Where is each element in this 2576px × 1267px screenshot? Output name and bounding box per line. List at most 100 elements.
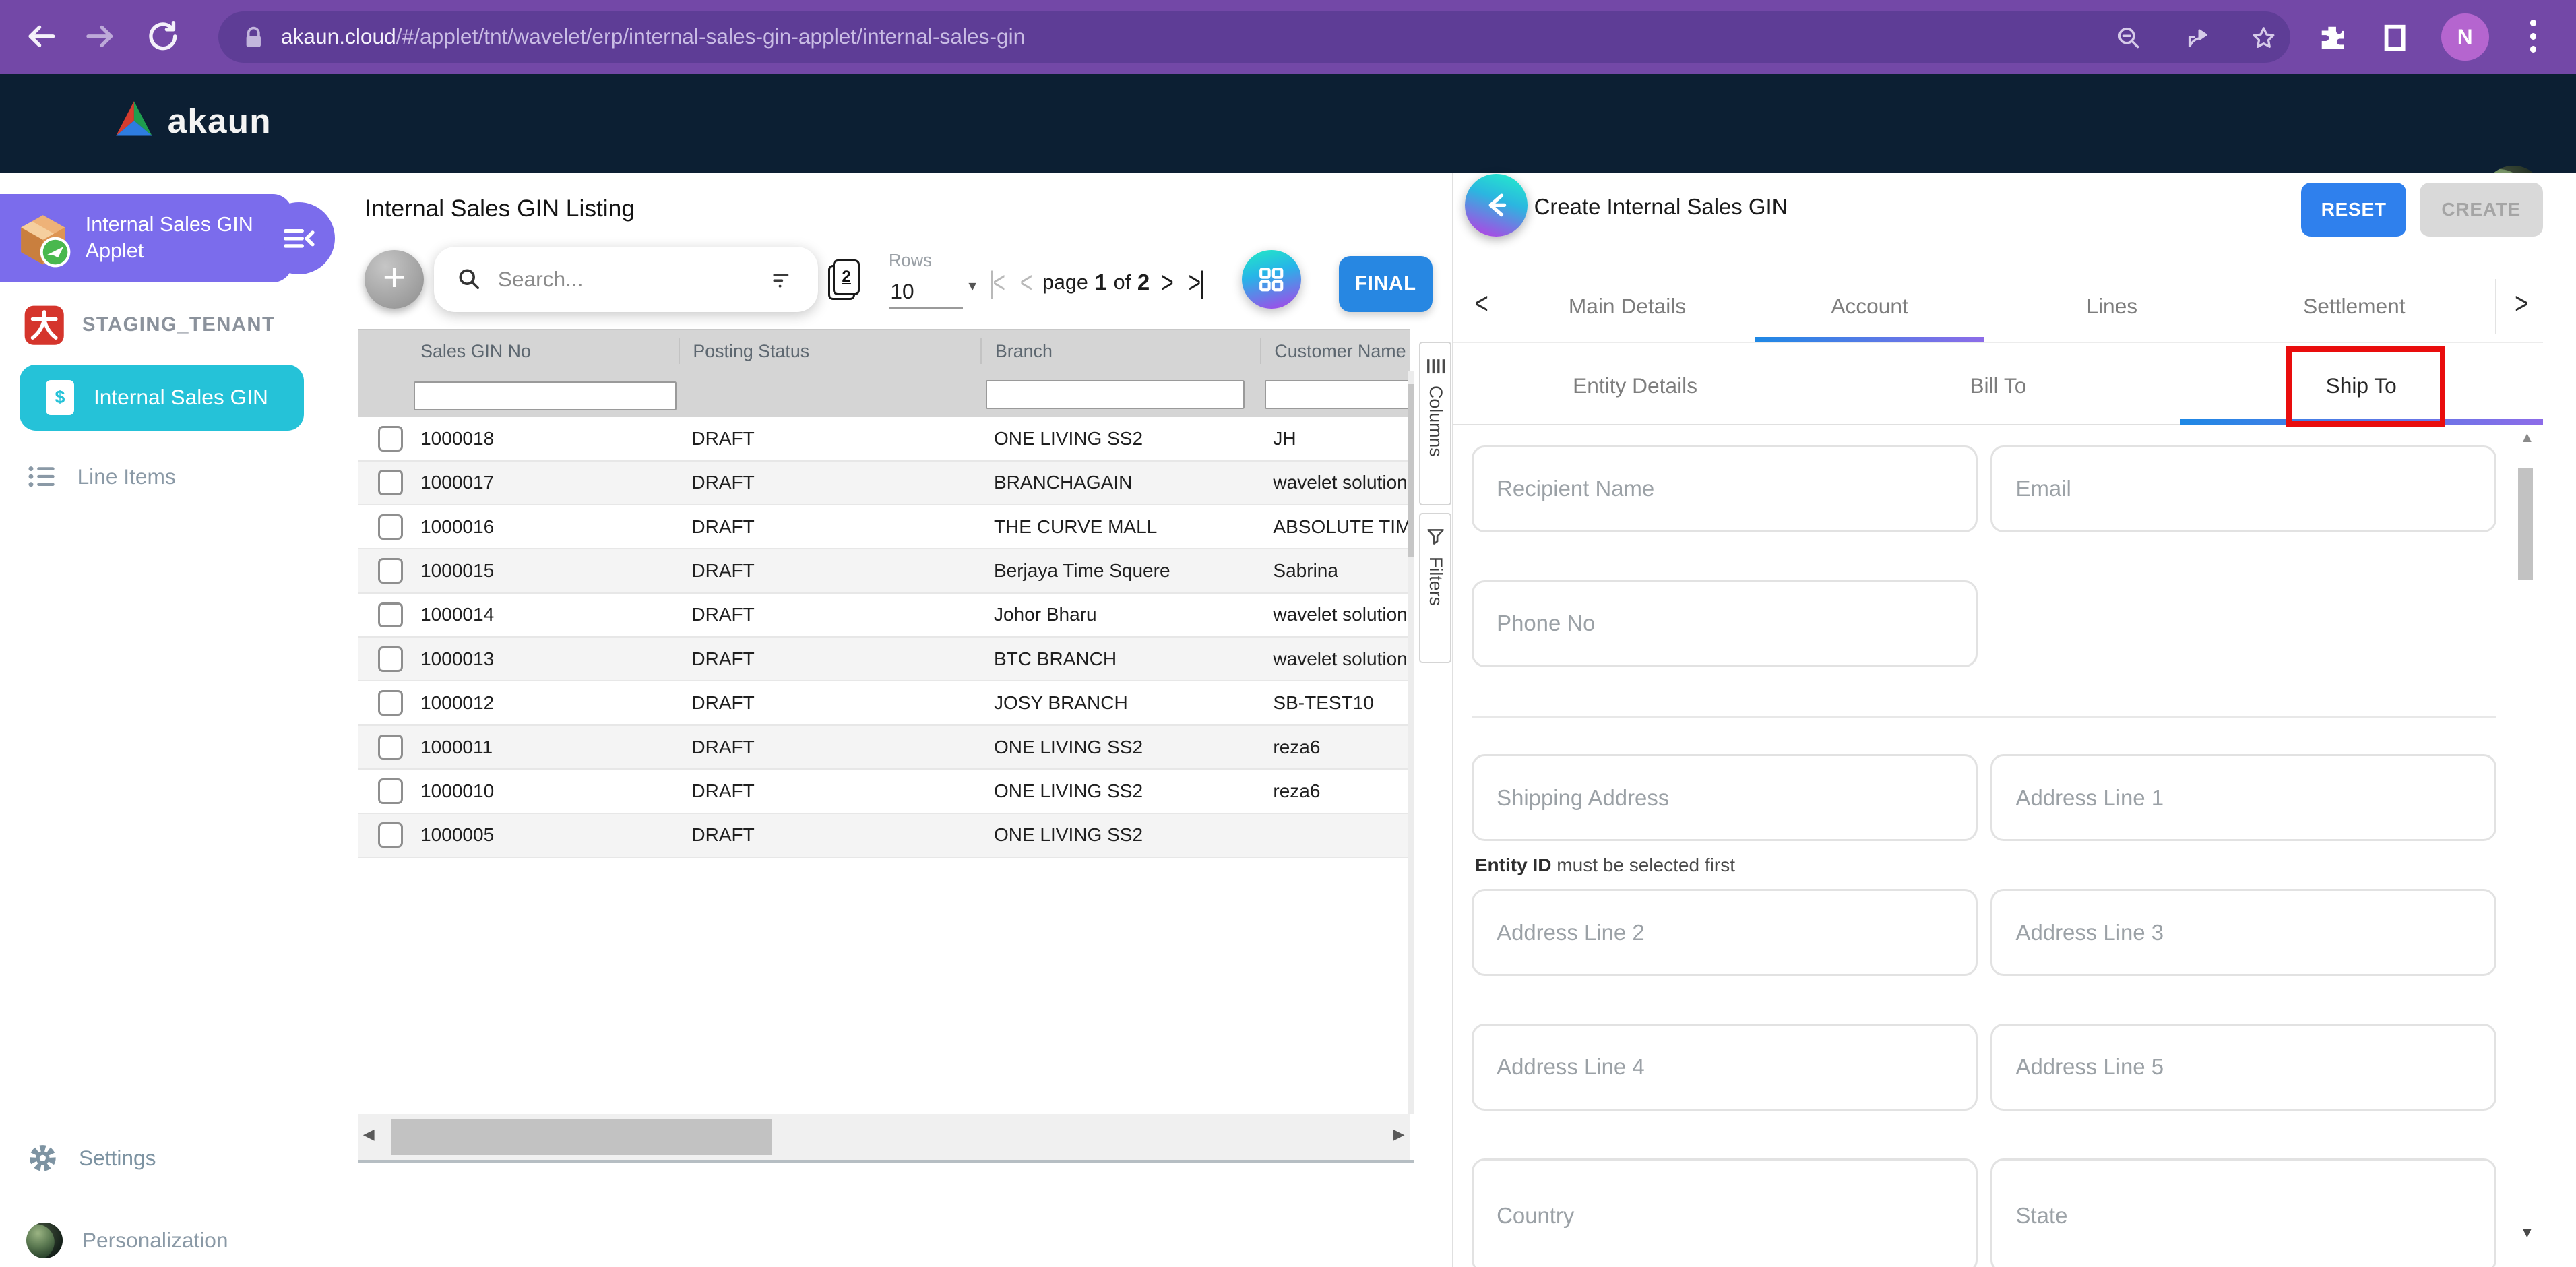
table-row[interactable]: 1000017DRAFTBRANCHAGAINwavelet solution xyxy=(358,462,1409,505)
row-checkbox[interactable] xyxy=(378,602,404,628)
back-icon[interactable] xyxy=(23,18,59,55)
tab-main-details[interactable]: Main Details xyxy=(1506,271,1749,342)
reload-icon[interactable] xyxy=(145,18,181,55)
next-page-button[interactable]: > xyxy=(1153,265,1180,300)
create-button[interactable]: CREATE xyxy=(2420,183,2543,237)
column-header-branch[interactable]: Branch xyxy=(980,338,1259,364)
form-scroll-down-icon[interactable]: ▼ xyxy=(2519,1224,2534,1241)
prev-page-button[interactable]: < xyxy=(1012,265,1039,300)
cell-posting-status: DRAFT xyxy=(679,648,981,670)
columns-side-tab[interactable]: Columns xyxy=(1419,342,1451,505)
address-line-2-field[interactable]: Address Line 2 xyxy=(1472,889,1978,976)
row-checkbox[interactable] xyxy=(378,558,404,584)
table-row[interactable]: 1000016DRAFTTHE CURVE MALLABSOLUTE TIME xyxy=(358,505,1409,549)
cell-branch: Berjaya Time Squere xyxy=(980,560,1259,582)
back-button[interactable] xyxy=(1465,174,1528,237)
table-row[interactable]: 1000011DRAFTONE LIVING SS2reza6 xyxy=(358,726,1409,770)
table-filter-row xyxy=(358,371,1409,417)
add-record-button[interactable]: + xyxy=(365,250,424,309)
table-row[interactable]: 1000010DRAFTONE LIVING SS2reza6 xyxy=(358,770,1409,813)
subtab-bill-to[interactable]: Bill To xyxy=(1817,348,2180,424)
browser-profile-badge[interactable]: N xyxy=(2441,13,2489,61)
extensions-icon[interactable] xyxy=(2317,22,2348,53)
email-field[interactable]: Email xyxy=(1990,445,2496,532)
subtab-entity-details[interactable]: Entity Details xyxy=(1453,348,1817,424)
row-checkbox[interactable] xyxy=(378,470,404,495)
package-icon xyxy=(10,206,76,272)
bookmark-star-icon[interactable] xyxy=(2251,25,2277,51)
view-grid-button[interactable] xyxy=(1242,250,1301,309)
tab-lines[interactable]: Lines xyxy=(1990,271,2233,342)
search-input[interactable] xyxy=(495,266,731,294)
address-bar[interactable]: akaun.cloud/#/applet/tnt/wavelet/erp/int… xyxy=(218,11,2290,63)
form-scrollbar-thumb[interactable] xyxy=(2518,468,2533,580)
row-checkbox[interactable] xyxy=(378,822,404,848)
final-button[interactable]: FINAL xyxy=(1339,256,1433,312)
phone-no-field[interactable]: Phone No xyxy=(1472,580,1978,667)
sidebar-item-line-items[interactable]: Line Items xyxy=(0,452,317,501)
pages-count-icon[interactable]: 2 xyxy=(828,259,859,299)
table-row[interactable]: 1000015DRAFTBerjaya Time SquereSabrina xyxy=(358,549,1409,593)
first-page-button[interactable]: |< xyxy=(980,265,1011,300)
sidebar-item-internal-sales-gin[interactable]: $ Internal Sales GIN xyxy=(20,365,304,431)
scroll-left-icon[interactable]: ◀ xyxy=(363,1125,375,1143)
filters-side-tab[interactable]: Filters xyxy=(1419,513,1451,663)
filter-input-customer-name[interactable] xyxy=(1265,380,1410,409)
table-row[interactable]: 1000018DRAFTONE LIVING SS2JH xyxy=(358,417,1409,461)
row-checkbox[interactable] xyxy=(378,514,404,540)
row-checkbox[interactable] xyxy=(378,426,404,452)
url-domain: akaun.cloud xyxy=(281,24,396,49)
sidebar-item-settings[interactable]: Settings xyxy=(0,1134,317,1183)
kebab-menu-icon[interactable] xyxy=(2530,20,2537,59)
share-icon[interactable] xyxy=(2185,25,2211,51)
row-checkbox[interactable] xyxy=(378,690,404,716)
table-row[interactable]: 1000014DRAFTJohor Bharuwavelet solution xyxy=(358,594,1409,638)
address-line-1-field[interactable]: Address Line 1 xyxy=(1990,754,2496,841)
filter-list-icon[interactable] xyxy=(769,266,795,292)
listing-bottom-border xyxy=(358,1160,1414,1163)
collapse-sidebar-button[interactable] xyxy=(263,202,335,274)
rows-per-page-select[interactable]: Rows 10 ▼ xyxy=(889,251,963,309)
scroll-right-icon[interactable]: ▶ xyxy=(1393,1125,1405,1143)
cell-sales-gin-no: 1000012 xyxy=(408,692,679,714)
tab-window-icon[interactable] xyxy=(2379,22,2410,53)
sidebar-item-applet[interactable]: Internal Sales GIN Applet xyxy=(0,194,292,283)
address-line-4-field[interactable]: Address Line 4 xyxy=(1472,1024,1978,1111)
column-header-posting-status[interactable]: Posting Status xyxy=(679,338,981,364)
horizontal-scroll-thumb[interactable] xyxy=(391,1119,772,1155)
lock-icon xyxy=(241,25,266,50)
row-checkbox[interactable] xyxy=(378,646,404,672)
zoom-out-icon[interactable] xyxy=(2116,25,2142,51)
rows-label: Rows xyxy=(889,251,963,271)
tabs-scroll-right-icon[interactable]: > xyxy=(2515,287,2528,321)
cell-branch: BRANCHAGAIN xyxy=(980,472,1259,493)
address-line-3-field[interactable]: Address Line 3 xyxy=(1990,889,2496,976)
row-checkbox[interactable] xyxy=(378,735,404,760)
reset-button[interactable]: RESET xyxy=(2301,183,2406,237)
cell-posting-status: DRAFT xyxy=(679,472,981,493)
table-horizontal-scrollbar[interactable]: ◀ ▶ xyxy=(358,1114,1409,1160)
column-header-sales-gin-no[interactable]: Sales GIN No xyxy=(408,338,679,364)
filter-input-branch[interactable] xyxy=(986,380,1245,409)
forward-icon[interactable] xyxy=(82,18,119,55)
country-field[interactable]: Country xyxy=(1472,1158,1978,1267)
form-scroll-up-icon[interactable]: ▲ xyxy=(2519,429,2534,446)
row-checkbox[interactable] xyxy=(378,778,404,804)
shipping-address-field[interactable]: Shipping Address xyxy=(1472,754,1978,841)
tenant-icon xyxy=(23,304,65,346)
column-header-customer-name[interactable]: Customer Name xyxy=(1260,338,1410,364)
tab-settlement[interactable]: Settlement xyxy=(2233,271,2476,342)
state-field[interactable]: State xyxy=(1990,1158,2496,1267)
sidebar-item-tenant[interactable]: STAGING_TENANT xyxy=(0,301,317,350)
table-row[interactable]: 1000013DRAFTBTC BRANCHwavelet solution xyxy=(358,638,1409,681)
table-row[interactable]: 1000012DRAFTJOSY BRANCHSB-TEST10 xyxy=(358,681,1409,725)
tab-account[interactable]: Account xyxy=(1749,271,1991,342)
table-vertical-scrollbar[interactable] xyxy=(1408,371,1414,1114)
table-row[interactable]: 1000005DRAFTONE LIVING SS2 xyxy=(358,814,1409,858)
sidebar-item-personalization[interactable]: Personalization xyxy=(0,1216,317,1265)
recipient-name-field[interactable]: Recipient Name xyxy=(1472,445,1978,532)
filter-input-sales-gin-no[interactable] xyxy=(414,381,676,410)
address-line-5-field[interactable]: Address Line 5 xyxy=(1990,1024,2496,1111)
last-page-button[interactable]: >| xyxy=(1180,265,1211,300)
tabs-scroll-left-icon[interactable]: < xyxy=(1475,287,1488,321)
